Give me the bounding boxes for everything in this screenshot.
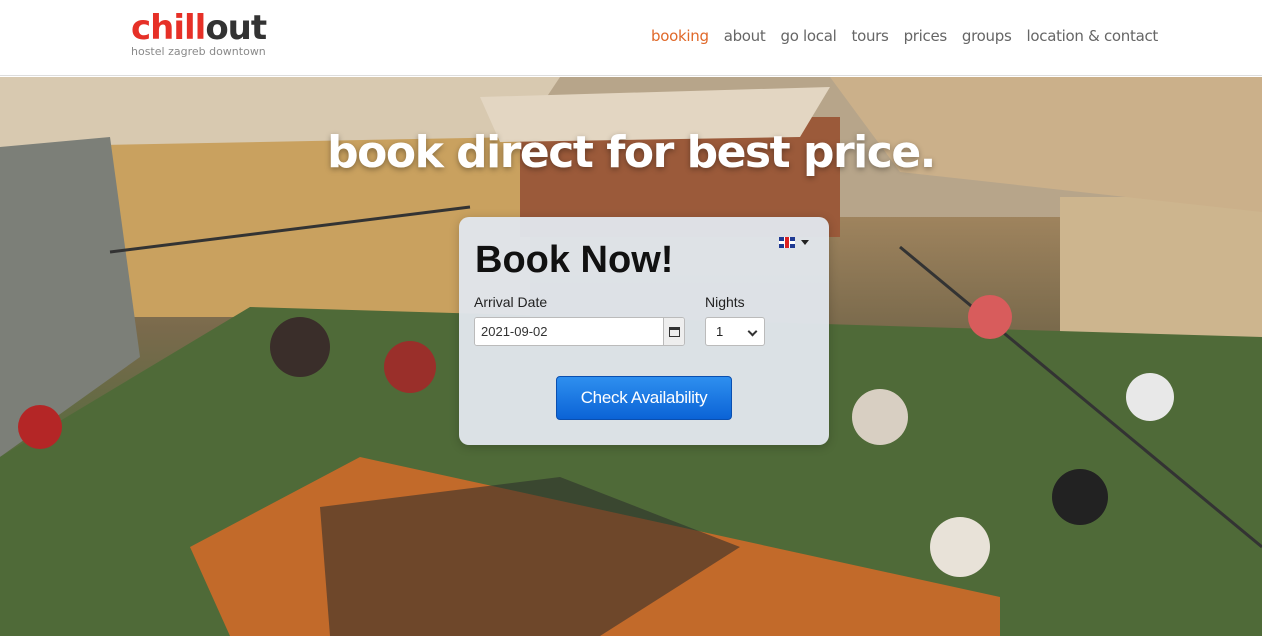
hero-title: book direct for best price.: [327, 127, 936, 178]
logo-subtitle: hostel zagreb downtown: [131, 45, 266, 58]
logo-wordmark: chillout: [131, 8, 267, 48]
nights-select[interactable]: 1: [705, 317, 765, 346]
calendar-button[interactable]: [663, 318, 684, 345]
arrival-date-label: Arrival Date: [474, 294, 548, 310]
arrival-date-input[interactable]: [475, 318, 663, 345]
calendar-icon: [668, 326, 680, 337]
site-header: chillout hostel zagreb downtown booking …: [0, 0, 1262, 76]
caret-down-icon: [801, 240, 809, 245]
check-availability-button[interactable]: Check Availability: [556, 376, 732, 420]
nav-tours[interactable]: tours: [852, 27, 889, 45]
nav-location-contact[interactable]: location & contact: [1027, 27, 1159, 45]
arrival-date-field[interactable]: [474, 317, 685, 346]
language-selector[interactable]: [779, 237, 809, 248]
booking-title: Book Now!: [475, 239, 674, 281]
uk-flag-icon: [779, 237, 795, 248]
booking-widget: Book Now! Arrival Date Nights 1 Check Av…: [459, 217, 829, 445]
main-nav: booking about go local tours prices grou…: [651, 27, 1158, 45]
logo[interactable]: chillout hostel zagreb downtown: [131, 10, 281, 66]
nights-value: 1: [716, 324, 724, 339]
nav-about[interactable]: about: [724, 27, 766, 45]
nav-go-local[interactable]: go local: [780, 27, 836, 45]
nav-groups[interactable]: groups: [962, 27, 1012, 45]
nav-prices[interactable]: prices: [904, 27, 948, 45]
nav-booking[interactable]: booking: [651, 27, 709, 45]
chevron-down-icon: [747, 326, 758, 337]
nights-label: Nights: [705, 294, 745, 310]
